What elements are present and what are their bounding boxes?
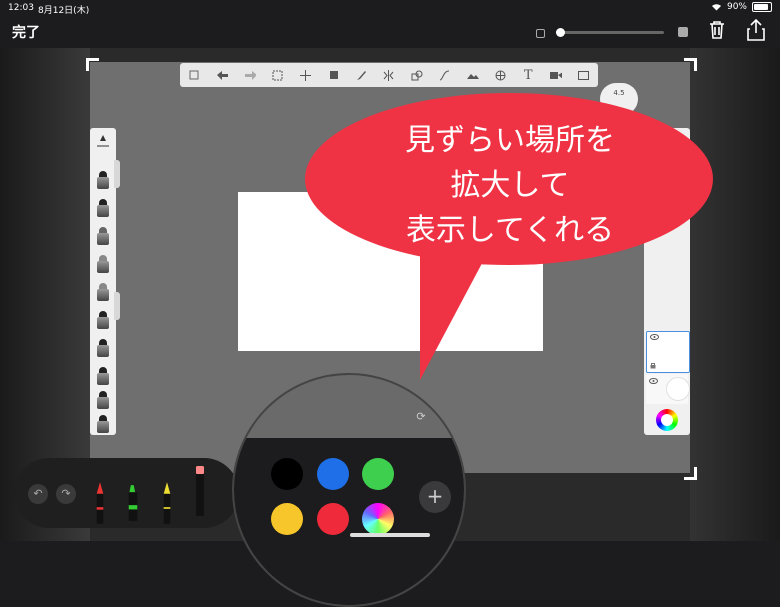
layers-icon[interactable] — [327, 69, 339, 81]
undo-arrow-icon[interactable] — [216, 69, 228, 81]
share-icon[interactable] — [746, 18, 766, 42]
callout-line-1: 見ずらい場所を — [405, 123, 615, 158]
home-indicator — [350, 533, 430, 537]
callout-line-2: 拡大して — [450, 168, 570, 203]
small-size-icon — [536, 29, 545, 38]
battery-percent: 90% — [726, 2, 747, 12]
crop-corner[interactable] — [684, 467, 697, 480]
brush-panel — [90, 128, 116, 435]
slider-thumb[interactable] — [556, 28, 565, 37]
brush-settings-icon[interactable] — [96, 134, 110, 148]
add-color-button[interactable]: + — [419, 481, 451, 513]
eye-icon[interactable] — [650, 334, 659, 340]
color-swatch-yellow[interactable] — [271, 503, 303, 535]
pen-red-tool[interactable] — [95, 478, 105, 528]
brush-item[interactable] — [96, 311, 110, 329]
layer-thumbnail[interactable] — [646, 374, 690, 404]
text-icon[interactable]: T — [522, 68, 534, 83]
shapes-icon[interactable] — [411, 69, 423, 81]
status-time: 12:03 — [8, 3, 34, 13]
brush-item[interactable] — [96, 171, 110, 189]
crop-corner[interactable] — [86, 58, 99, 71]
color-swatch-wheel[interactable] — [362, 503, 394, 535]
image-icon[interactable] — [466, 69, 479, 81]
status-right: 90% — [711, 2, 772, 12]
done-button[interactable]: 完了 — [12, 22, 40, 42]
brush-item[interactable] — [96, 415, 110, 433]
trash-icon[interactable] — [708, 20, 726, 40]
brush-item[interactable] — [96, 227, 110, 245]
callout-text: 見ずらい場所を 拡大して 表示してくれる — [340, 118, 680, 253]
color-swatch-blue[interactable] — [317, 458, 349, 490]
magnified-color-palette — [234, 438, 464, 605]
status-bar: 12:03 8月12日(木) 90% — [0, 0, 780, 16]
selection-icon[interactable] — [272, 69, 284, 81]
move-icon[interactable] — [299, 69, 311, 81]
video-icon[interactable] — [550, 69, 563, 81]
eye-icon[interactable] — [649, 378, 658, 384]
brush-item[interactable] — [96, 255, 110, 273]
brush-item[interactable] — [96, 199, 110, 217]
color-swatch-red[interactable] — [317, 503, 349, 535]
redo-arrow-icon[interactable] — [244, 69, 256, 81]
tool-bar: T — [180, 63, 598, 87]
redo-button[interactable]: ↷ — [56, 484, 76, 504]
status-date: 8月12日(木) — [38, 6, 90, 16]
curve-icon[interactable] — [439, 69, 451, 81]
pen-yellow-tool[interactable] — [162, 478, 172, 528]
fullscreen-icon[interactable] — [578, 69, 590, 81]
crop-corner[interactable] — [684, 58, 697, 71]
brush-item[interactable] — [96, 339, 110, 357]
magnifier-lens: ⟳ + — [232, 373, 466, 607]
color-swatch-green[interactable] — [362, 458, 394, 490]
battery-icon — [752, 2, 772, 12]
lock-icon[interactable] — [650, 362, 656, 369]
gallery-icon[interactable] — [188, 69, 200, 81]
marker-green-tool[interactable] — [128, 478, 138, 528]
pencil-icon[interactable] — [355, 69, 367, 81]
brush-panel-tab[interactable] — [114, 292, 120, 320]
symmetry-icon[interactable] — [383, 69, 395, 81]
callout-line-3: 表示してくれる — [405, 213, 615, 248]
brush-panel-tab[interactable] — [114, 160, 120, 188]
color-swatch-black[interactable] — [271, 458, 303, 490]
wifi-icon — [711, 4, 721, 11]
layer-thumbnail-active[interactable] — [646, 331, 690, 373]
color-wheel-button[interactable] — [656, 409, 678, 431]
sync-icon[interactable]: ⟳ — [414, 410, 428, 424]
brush-item[interactable] — [96, 391, 110, 409]
undo-button[interactable]: ↶ — [28, 484, 48, 504]
brush-size-slider[interactable] — [556, 28, 664, 37]
brush-item[interactable] — [96, 283, 110, 301]
perspective-icon[interactable] — [494, 69, 506, 81]
large-size-icon — [678, 27, 688, 37]
brush-item[interactable] — [96, 367, 110, 385]
eraser-tool[interactable] — [195, 466, 205, 516]
